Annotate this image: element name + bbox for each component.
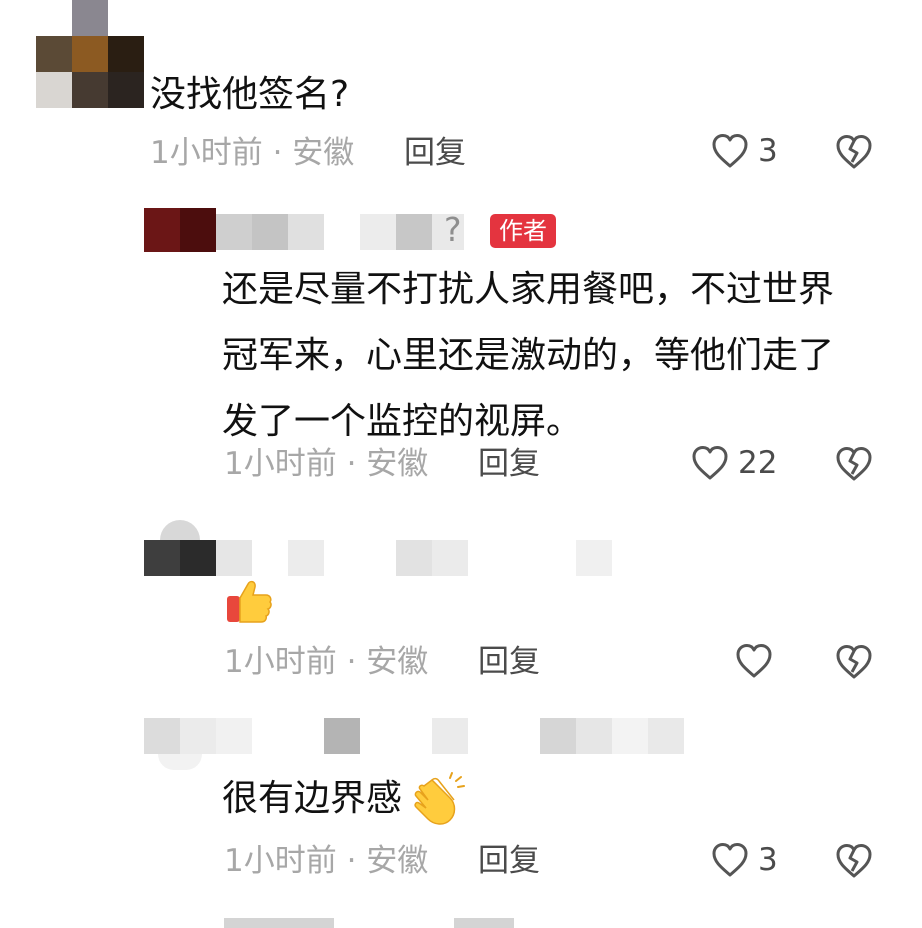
username[interactable]: [216, 718, 686, 754]
like-count: 3: [758, 133, 778, 169]
heart-icon: [710, 131, 750, 171]
next-reply-partial: [224, 914, 644, 928]
dislike-button[interactable]: [834, 841, 874, 881]
reply-button[interactable]: 回复: [478, 642, 540, 682]
username[interactable]: [216, 540, 616, 576]
reply-button[interactable]: 回复: [478, 841, 540, 881]
like-button[interactable]: [734, 641, 782, 681]
broken-heart-icon: [834, 841, 874, 881]
broken-heart-icon: [834, 444, 874, 484]
reply-button[interactable]: 回复: [478, 444, 540, 484]
comment-meta: 1小时前 · 安徽: [224, 446, 429, 482]
heart-icon: [690, 443, 730, 483]
username[interactable]: [216, 214, 464, 250]
avatar[interactable]: [144, 718, 216, 770]
heart-icon: [734, 641, 774, 681]
like-button[interactable]: 22: [690, 443, 777, 483]
dislike-button[interactable]: [834, 642, 874, 682]
comment-meta: 1小时前 · 安徽: [224, 644, 429, 680]
avatar[interactable]: [144, 208, 216, 252]
comment-text: 没找他签名?: [150, 74, 350, 115]
like-button[interactable]: 3: [710, 840, 778, 880]
dislike-button[interactable]: [834, 132, 874, 172]
comment-text: 还是尽量不打扰人家用餐吧，不过世界 冠军来，心里还是激动的，等他们走了 发了一个…: [222, 269, 835, 442]
broken-heart-icon: [834, 132, 874, 172]
like-count: 3: [758, 842, 778, 878]
avatar[interactable]: [144, 520, 216, 576]
clapping-hands-emoji: [410, 772, 466, 830]
broken-heart-icon: [834, 642, 874, 682]
username-suffix: ?: [444, 210, 462, 249]
reply-button[interactable]: 回复: [404, 133, 466, 173]
heart-icon: [710, 840, 750, 880]
thumbs-up-emoji: [224, 576, 274, 630]
comment-meta: 1小时前 · 安徽: [150, 135, 355, 171]
comment-meta: 1小时前 · 安徽: [224, 843, 429, 879]
avatar[interactable]: [36, 0, 144, 108]
author-badge: 作者: [490, 214, 556, 248]
dislike-button[interactable]: [834, 444, 874, 484]
like-count: 22: [738, 445, 778, 481]
like-button[interactable]: 3: [710, 131, 778, 171]
comment-text: 很有边界感: [222, 778, 403, 819]
